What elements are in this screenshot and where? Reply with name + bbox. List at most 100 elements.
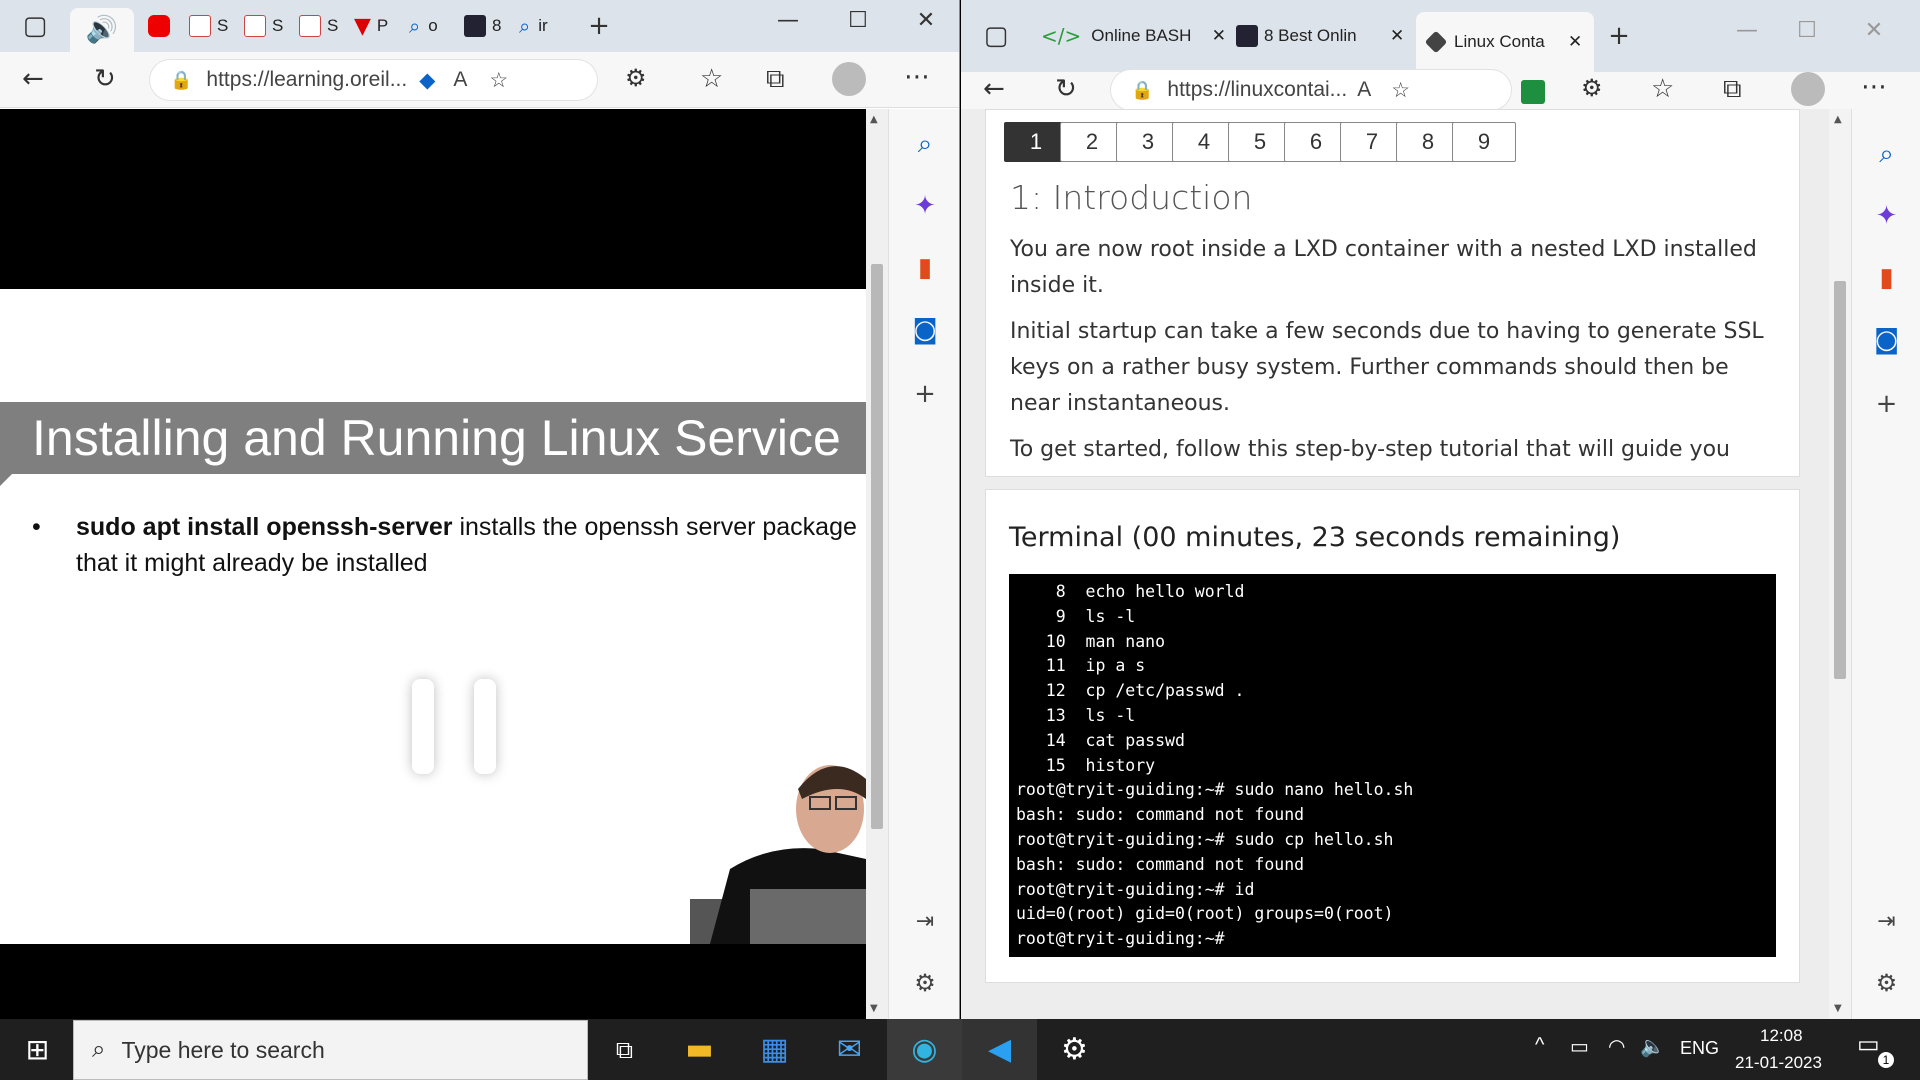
clock-time[interactable]: 12:08 [1760,1026,1803,1046]
tab-close-icon[interactable]: ✕ [1390,26,1404,46]
search-icon[interactable]: ⌕ [889,129,959,160]
extensions-icon[interactable]: ⚙ [625,64,647,92]
hide-sidebar-icon[interactable]: ⇥ [889,909,959,934]
copilot-icon[interactable]: ✦ [1852,201,1920,231]
volume-icon[interactable]: 🔈 [1640,1034,1665,1059]
left-tab-search-1[interactable]: ⌕ o [409,4,464,48]
right-scrollbar[interactable]: ▲ ▼ [1829,109,1851,1019]
tab-actions-icon[interactable]: ▢ [961,21,1031,51]
store-icon[interactable]: ▦ [737,1019,812,1080]
step-button-7[interactable]: 7 [1340,122,1404,162]
search-icon[interactable]: ⌕ [1852,139,1920,170]
favorites-icon[interactable]: ☆ [700,64,723,94]
add-favorite-icon[interactable]: ☆ [1391,78,1410,103]
collections-icon[interactable]: ⧉ [766,64,785,95]
left-tab-search-2[interactable]: ⌕ ir [519,4,574,48]
wifi-icon[interactable]: ◠ [1608,1034,1625,1059]
left-address-bar[interactable]: 🔒 https://learning.oreil... ◆ A ☆ [150,60,597,100]
terminal-line: root@tryit-guiding:~# sudo cp hello.sh [1016,829,1394,849]
tab-linux-containers[interactable]: Linux Conta ✕ [1416,12,1594,72]
maximize-icon[interactable]: ☐ [830,0,886,40]
more-menu-icon[interactable]: ⋯ [904,62,930,92]
profile-avatar[interactable] [832,62,866,96]
close-icon[interactable]: ✕ [1846,10,1902,50]
office-icon[interactable]: ▮ [889,253,959,283]
office-icon[interactable]: ▮ [1852,263,1920,293]
new-tab-icon[interactable]: + [574,11,624,41]
outlook-icon[interactable]: ◙ [1852,325,1920,355]
tab-8-best-online[interactable]: 8 Best Onlin ✕ [1226,14,1416,58]
outlook-icon[interactable]: ◙ [889,315,959,345]
left-scroll-thumb[interactable] [871,264,883,829]
more-menu-icon[interactable]: ⋯ [1861,72,1887,102]
chevron-up-icon[interactable]: ^ [1535,1034,1544,1057]
step-button-9[interactable]: 9 [1452,122,1516,162]
read-aloud-icon[interactable]: A [1357,78,1371,102]
refresh-icon[interactable]: ↻ [1055,74,1077,104]
battery-icon[interactable]: ▭ [1570,1034,1589,1059]
read-aloud-icon[interactable]: A [453,68,467,92]
taskbar-search[interactable]: ⌕ Type here to search [73,1020,588,1080]
video-player[interactable]: Installing and Running Linux Service • s… [0,109,866,1019]
mail-icon[interactable]: ✉ [812,1019,887,1080]
edge-icon[interactable]: ◉ [887,1019,962,1080]
tag-icon[interactable]: ◆ [419,68,435,93]
tab-actions-icon[interactable]: ▢ [0,11,70,41]
tab-close-icon[interactable]: ✕ [1568,32,1582,52]
bullet-bold: sudo apt install openssh-server [76,513,453,541]
step-button-6[interactable]: 6 [1284,122,1348,162]
scroll-down-icon[interactable]: ▼ [870,1003,878,1014]
copilot-icon[interactable]: ✦ [889,191,959,221]
extensions-icon[interactable]: ⚙ [1581,74,1603,102]
left-tab-pdf-2[interactable]: S [244,4,299,48]
settings-icon[interactable]: ⚙ [889,969,959,997]
language-indicator[interactable]: ENG [1680,1038,1719,1059]
step-button-1[interactable]: 1 [1004,122,1068,162]
settings-app-icon[interactable]: ⚙ [1037,1019,1112,1080]
step-button-4[interactable]: 4 [1172,122,1236,162]
collections-icon[interactable]: ⧉ [1723,74,1742,105]
left-tab-pdf-1[interactable]: S [189,4,244,48]
tab-online-bash[interactable]: </> Online BASH ✕ [1031,14,1226,58]
scroll-up-icon[interactable]: ▲ [1834,114,1842,125]
scroll-up-icon[interactable]: ▲ [870,114,878,125]
step-button-2[interactable]: 2 [1060,122,1124,162]
back-icon[interactable]: ← [22,64,44,94]
favorites-icon[interactable]: ☆ [1651,74,1674,104]
left-tab-red-v[interactable]: ▼ P [354,4,409,48]
minimize-icon[interactable]: — [760,0,816,40]
step-button-5[interactable]: 5 [1228,122,1292,162]
notification-icon[interactable]: ▭ [1857,1030,1880,1059]
refresh-icon[interactable]: ↻ [94,64,116,94]
profile-avatar[interactable] [1791,72,1825,106]
minimize-icon[interactable]: — [1719,10,1775,50]
green-extension-icon[interactable] [1521,80,1545,104]
step-button-3[interactable]: 3 [1116,122,1180,162]
scroll-down-icon[interactable]: ▼ [1834,1003,1842,1014]
left-tab-youtube[interactable] [134,4,189,48]
left-tab-pdf-3[interactable]: S [299,4,354,48]
left-tab-fossmint[interactable]: 8 [464,4,519,48]
new-tab-icon[interactable]: + [1594,21,1644,51]
tab-close-icon[interactable]: ✕ [1212,26,1226,46]
start-button[interactable]: ⊞ [0,1019,75,1080]
right-address-bar[interactable]: 🔒 https://linuxcontai... A ☆ [1111,70,1511,110]
right-scroll-thumb[interactable] [1834,281,1846,679]
file-explorer-icon[interactable]: ▬ [662,1019,737,1080]
vscode-icon[interactable]: ◀ [962,1019,1037,1080]
step-button-8[interactable]: 8 [1396,122,1460,162]
left-tab-active[interactable]: 🔊 [70,8,134,52]
task-view-icon[interactable]: ⧉ [587,1019,662,1080]
add-favorite-icon[interactable]: ☆ [489,68,508,93]
left-scrollbar[interactable]: ▲ ▼ [866,109,888,1019]
add-sidebar-icon[interactable]: + [1852,389,1920,419]
clock-date[interactable]: 21-01-2023 [1735,1053,1822,1073]
settings-icon[interactable]: ⚙ [1852,969,1920,997]
terminal-screen[interactable]: 8 echo hello world 9 ls -l 10 man nano 1… [1009,574,1776,957]
maximize-icon[interactable]: ☐ [1779,10,1835,50]
back-icon[interactable]: ← [983,74,1005,104]
hide-sidebar-icon[interactable]: ⇥ [1852,909,1920,934]
add-sidebar-icon[interactable]: + [889,379,959,409]
close-icon[interactable]: ✕ [898,0,954,40]
slide: Installing and Running Linux Service • s… [0,289,866,944]
